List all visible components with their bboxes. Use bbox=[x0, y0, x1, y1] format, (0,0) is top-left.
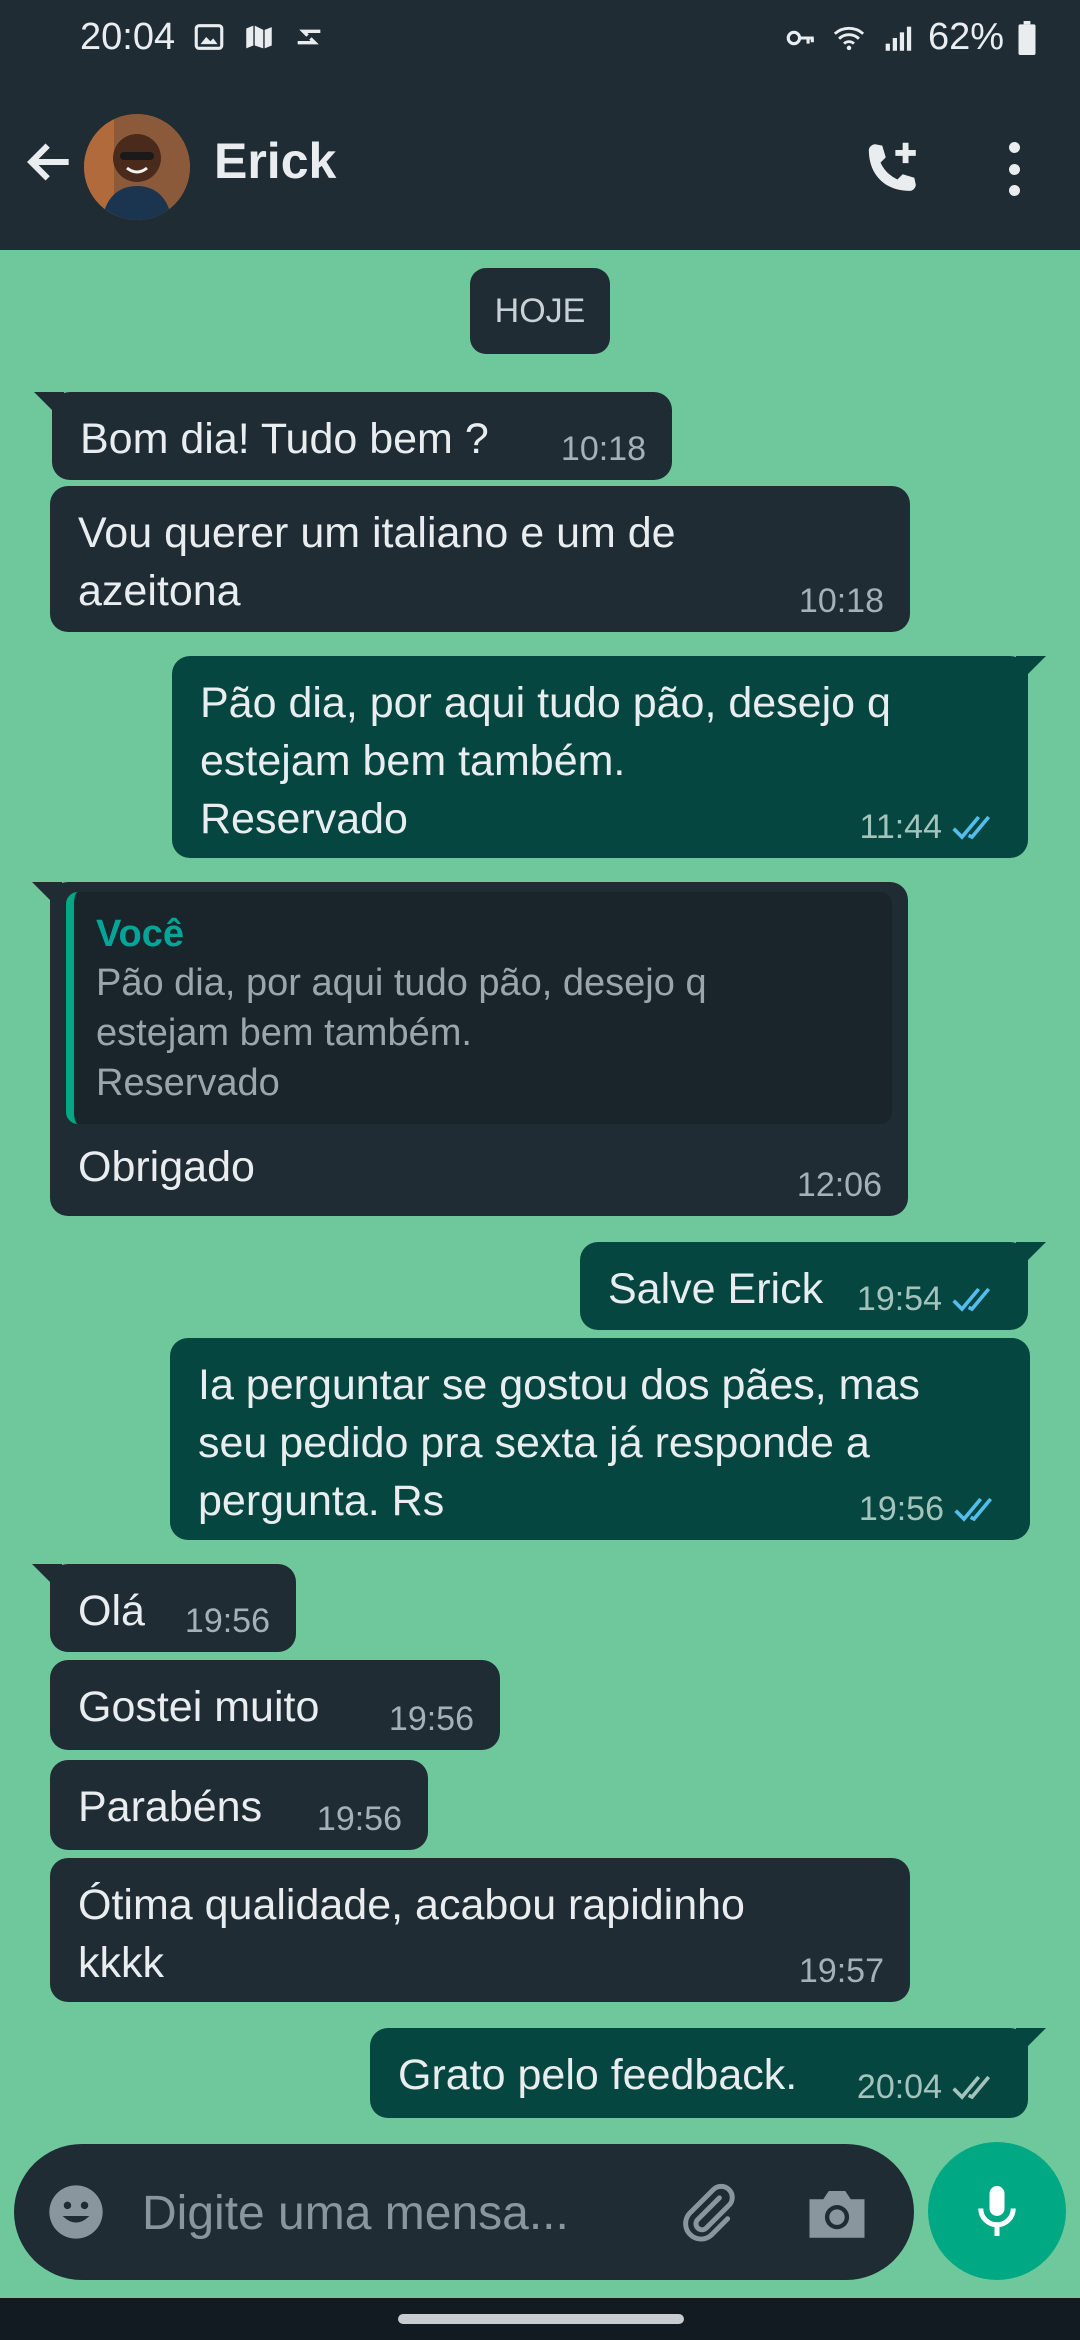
message-input[interactable] bbox=[142, 2178, 642, 2248]
back-arrow-icon bbox=[27, 143, 69, 181]
read-ticks-icon bbox=[954, 1497, 993, 1522]
quote-text: Pão dia, por aqui tudo pão, desejo q est… bbox=[96, 962, 707, 1104]
attach-button[interactable] bbox=[674, 2180, 740, 2246]
incoming-message[interactable]: Gostei muito 19:56 bbox=[50, 1660, 500, 1750]
incoming-message[interactable]: Vou querer um italiano e um de azeitona … bbox=[50, 486, 910, 632]
delivered-ticks-icon bbox=[952, 2075, 991, 2100]
attach-icon bbox=[683, 2183, 735, 2242]
status-bar: 20:04 62% bbox=[0, 0, 1080, 80]
message-time: 10:18 bbox=[560, 430, 646, 468]
contact-avatar[interactable] bbox=[84, 114, 190, 220]
contact-name[interactable]: Erick bbox=[214, 132, 336, 190]
battery-icon bbox=[1018, 20, 1036, 55]
wifi-icon bbox=[833, 26, 865, 50]
back-button[interactable] bbox=[18, 130, 82, 194]
vpn-key-icon bbox=[786, 30, 814, 45]
camera-button[interactable] bbox=[804, 2182, 870, 2244]
quote-author: Você bbox=[96, 913, 185, 955]
date-divider: HOJE bbox=[470, 268, 610, 354]
message-time: 19:54 bbox=[856, 1280, 942, 1318]
status-system-icons: 62% bbox=[784, 16, 1036, 59]
read-ticks-icon bbox=[952, 815, 991, 840]
message-text: Vou querer um italiano e um de azeitona bbox=[78, 509, 676, 615]
read-ticks-icon bbox=[952, 1287, 991, 1312]
signal-icon bbox=[885, 26, 912, 51]
incoming-message-with-reply[interactable]: Você Pão dia, por aqui tudo pão, desejo … bbox=[32, 882, 908, 1216]
outgoing-message[interactable]: Salve Erick 19:54 bbox=[580, 1242, 1046, 1330]
battery-percent: 62% bbox=[927, 16, 1004, 58]
mic-icon bbox=[978, 2186, 1016, 2236]
quoted-message[interactable]: Você Pão dia, por aqui tudo pão, desejo … bbox=[66, 892, 892, 1124]
message-time: 19:57 bbox=[798, 1952, 884, 1990]
message-time: 11:44 bbox=[859, 808, 942, 846]
incoming-message[interactable]: Bom dia! Tudo bem ? 10:18 bbox=[34, 392, 672, 480]
message-time: 20:04 bbox=[856, 2068, 942, 2106]
status-notification-icons bbox=[192, 20, 326, 54]
message-time: 12:06 bbox=[796, 1166, 882, 1204]
add-call-icon bbox=[868, 142, 916, 191]
system-nav-bar bbox=[0, 2298, 1080, 2340]
transfer-icon bbox=[297, 29, 321, 45]
outgoing-message[interactable]: Pão dia, por aqui tudo pão, desejo q est… bbox=[172, 656, 1046, 858]
message-text: Bom dia! Tudo bem ? bbox=[80, 415, 489, 463]
message-text: Obrigado bbox=[78, 1143, 255, 1191]
emoji-button[interactable] bbox=[44, 2180, 108, 2244]
camera-icon bbox=[809, 2191, 865, 2238]
message-time: 19:56 bbox=[858, 1490, 944, 1528]
incoming-message[interactable]: Parabéns 19:56 bbox=[50, 1760, 428, 1850]
incoming-message[interactable]: Olá 19:56 bbox=[32, 1564, 296, 1652]
message-time: 19:56 bbox=[388, 1700, 474, 1738]
chat-header: Erick bbox=[0, 80, 1080, 250]
message-time: 19:56 bbox=[184, 1602, 270, 1640]
emoji-icon bbox=[49, 2185, 103, 2239]
more-vert-icon bbox=[1008, 142, 1020, 153]
message-time: 19:56 bbox=[316, 1800, 402, 1838]
home-gesture-handle[interactable] bbox=[398, 2314, 684, 2324]
image-icon bbox=[194, 24, 224, 50]
maps-icon bbox=[246, 25, 272, 49]
more-options-button[interactable] bbox=[990, 136, 1038, 202]
incoming-message[interactable]: Ótima qualidade, acabou rapidinho kkkk 1… bbox=[50, 1858, 910, 2002]
message-composer bbox=[14, 2144, 914, 2280]
add-call-button[interactable] bbox=[856, 134, 926, 204]
status-time: 20:04 bbox=[80, 16, 176, 58]
outgoing-message[interactable]: Grato pelo feedback. 20:04 bbox=[370, 2028, 1046, 2118]
message-time: 10:18 bbox=[798, 582, 884, 620]
outgoing-message[interactable]: Ia perguntar se gostou dos pães, mas seu… bbox=[170, 1338, 1030, 1540]
message-text: Ótima qualidade, acabou rapidinho kkkk bbox=[78, 1881, 745, 1987]
voice-record-button[interactable] bbox=[928, 2142, 1066, 2280]
